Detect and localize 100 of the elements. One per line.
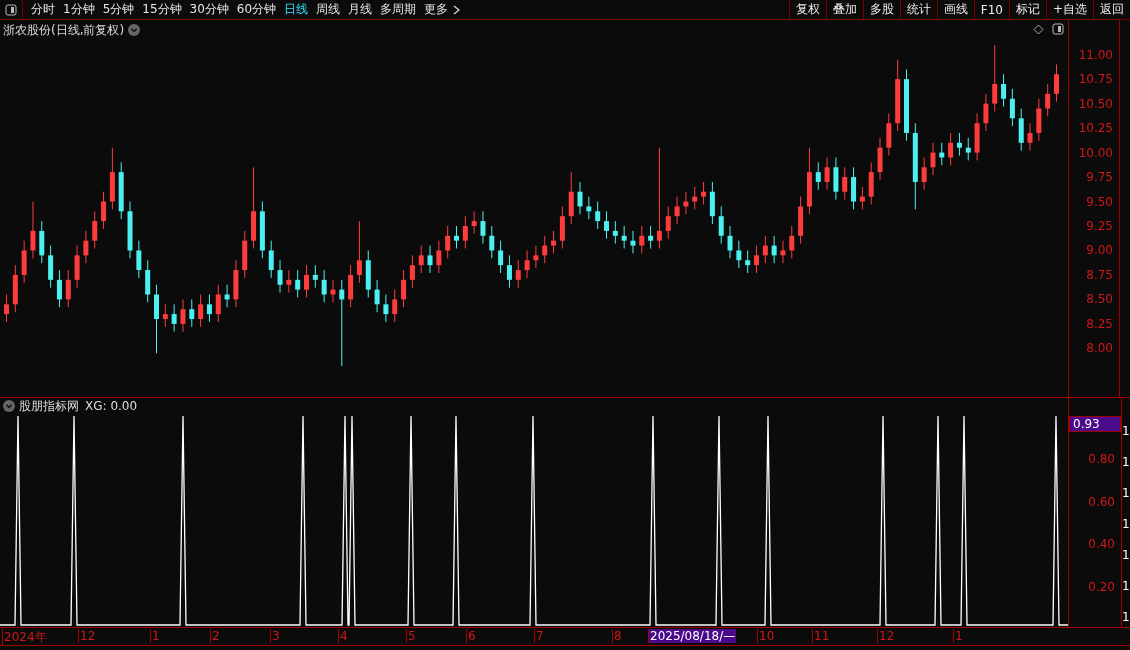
date-label: 10 xyxy=(757,629,776,643)
candle xyxy=(498,240,504,274)
candle xyxy=(683,191,689,215)
candle xyxy=(401,269,407,308)
candle xyxy=(868,161,874,205)
axis-label: 9.25 xyxy=(1086,219,1113,233)
panel-toggle-icon[interactable] xyxy=(1052,23,1064,35)
candle xyxy=(136,240,142,279)
period-tab[interactable]: 周线 xyxy=(312,1,345,18)
diamond-icon[interactable] xyxy=(1033,23,1044,35)
axis-label: 0.60 xyxy=(1088,494,1115,509)
candle xyxy=(542,235,548,264)
side-value: 1 xyxy=(1122,579,1130,593)
current-value-label: 0.93 xyxy=(1069,416,1121,432)
side-value: 1 xyxy=(1122,424,1130,438)
candle xyxy=(198,294,204,328)
candle xyxy=(445,225,451,259)
axis-label: 8.75 xyxy=(1086,267,1113,282)
candle xyxy=(224,284,230,308)
candle xyxy=(118,161,124,220)
candle xyxy=(621,225,627,249)
chart-title: 浙农股份(日线,前复权) xyxy=(3,21,125,39)
candle xyxy=(321,269,327,303)
dropdown-icon[interactable] xyxy=(128,24,141,36)
candle xyxy=(930,142,936,176)
candle xyxy=(948,132,954,166)
candle xyxy=(833,156,839,201)
period-tab[interactable]: 15分钟 xyxy=(138,1,186,18)
candle xyxy=(595,201,601,230)
candle xyxy=(974,112,980,161)
dropdown-icon[interactable] xyxy=(3,400,15,412)
date-label: 4 xyxy=(338,629,349,643)
candle xyxy=(1001,73,1007,108)
axis-label: 8.50 xyxy=(1086,292,1113,307)
candle xyxy=(471,210,477,235)
candle xyxy=(842,166,848,201)
period-tab[interactable]: 更多 xyxy=(420,1,453,18)
candle xyxy=(462,215,468,249)
candle xyxy=(277,259,283,294)
date-label: 2025/08/18/— xyxy=(648,629,737,643)
date-label: 2 xyxy=(210,629,221,643)
candle xyxy=(692,186,698,210)
period-tab[interactable]: 1分钟 xyxy=(59,1,99,18)
candle xyxy=(771,235,777,264)
candle xyxy=(356,220,362,284)
candle xyxy=(21,240,27,284)
period-tab[interactable]: 日线 xyxy=(280,1,313,18)
candle xyxy=(815,161,821,191)
axis-label: 10.25 xyxy=(1078,121,1113,136)
candle xyxy=(727,225,733,259)
candle xyxy=(577,181,583,215)
candle xyxy=(983,93,989,132)
candle xyxy=(965,137,971,161)
candle xyxy=(877,137,883,181)
candle xyxy=(74,245,80,289)
candle xyxy=(524,249,530,279)
period-tab[interactable]: 分时 xyxy=(27,1,59,18)
candle xyxy=(515,259,521,289)
candle xyxy=(886,112,892,156)
axis-label: 10.75 xyxy=(1078,72,1113,87)
candle xyxy=(754,245,759,274)
candle xyxy=(295,269,301,298)
candle xyxy=(559,205,565,249)
period-tab[interactable]: 多周期 xyxy=(376,1,421,18)
candle xyxy=(242,230,248,279)
date-label: 12 xyxy=(877,629,896,643)
candle xyxy=(286,269,292,294)
period-tab[interactable]: 月线 xyxy=(344,1,377,18)
candle xyxy=(674,196,680,225)
candle xyxy=(83,230,89,264)
axis-label: 0.40 xyxy=(1088,537,1115,552)
candle xyxy=(1027,122,1033,152)
candle xyxy=(506,254,512,289)
candle xyxy=(806,147,812,215)
candle xyxy=(348,264,354,308)
candle xyxy=(268,240,274,279)
axis-label: 9.00 xyxy=(1086,243,1113,258)
candle xyxy=(206,294,212,323)
date-label: 12 xyxy=(78,629,97,643)
period-tab[interactable]: 5分钟 xyxy=(98,1,139,18)
date-label: 6 xyxy=(466,629,477,643)
candle xyxy=(189,298,195,328)
axis-label: 11.00 xyxy=(1078,47,1113,62)
axis-label: 0.80 xyxy=(1088,452,1115,467)
axis-label: 8.25 xyxy=(1086,316,1113,331)
candle xyxy=(48,245,54,289)
candle xyxy=(392,289,398,323)
period-tab[interactable]: 60分钟 xyxy=(232,1,281,18)
axis-label: 9.75 xyxy=(1086,170,1113,185)
period-tab[interactable]: 30分钟 xyxy=(185,1,233,18)
candle xyxy=(780,240,786,264)
axis-label: 10.00 xyxy=(1078,145,1113,160)
indicator-title: 股朋指标网 xyxy=(19,397,79,415)
candle xyxy=(1054,63,1059,103)
panel-toggle-icon[interactable] xyxy=(5,3,17,16)
candle xyxy=(992,44,998,112)
chevron-icon xyxy=(453,4,461,15)
candle xyxy=(489,225,495,259)
candle xyxy=(365,249,371,298)
candle xyxy=(586,196,592,220)
